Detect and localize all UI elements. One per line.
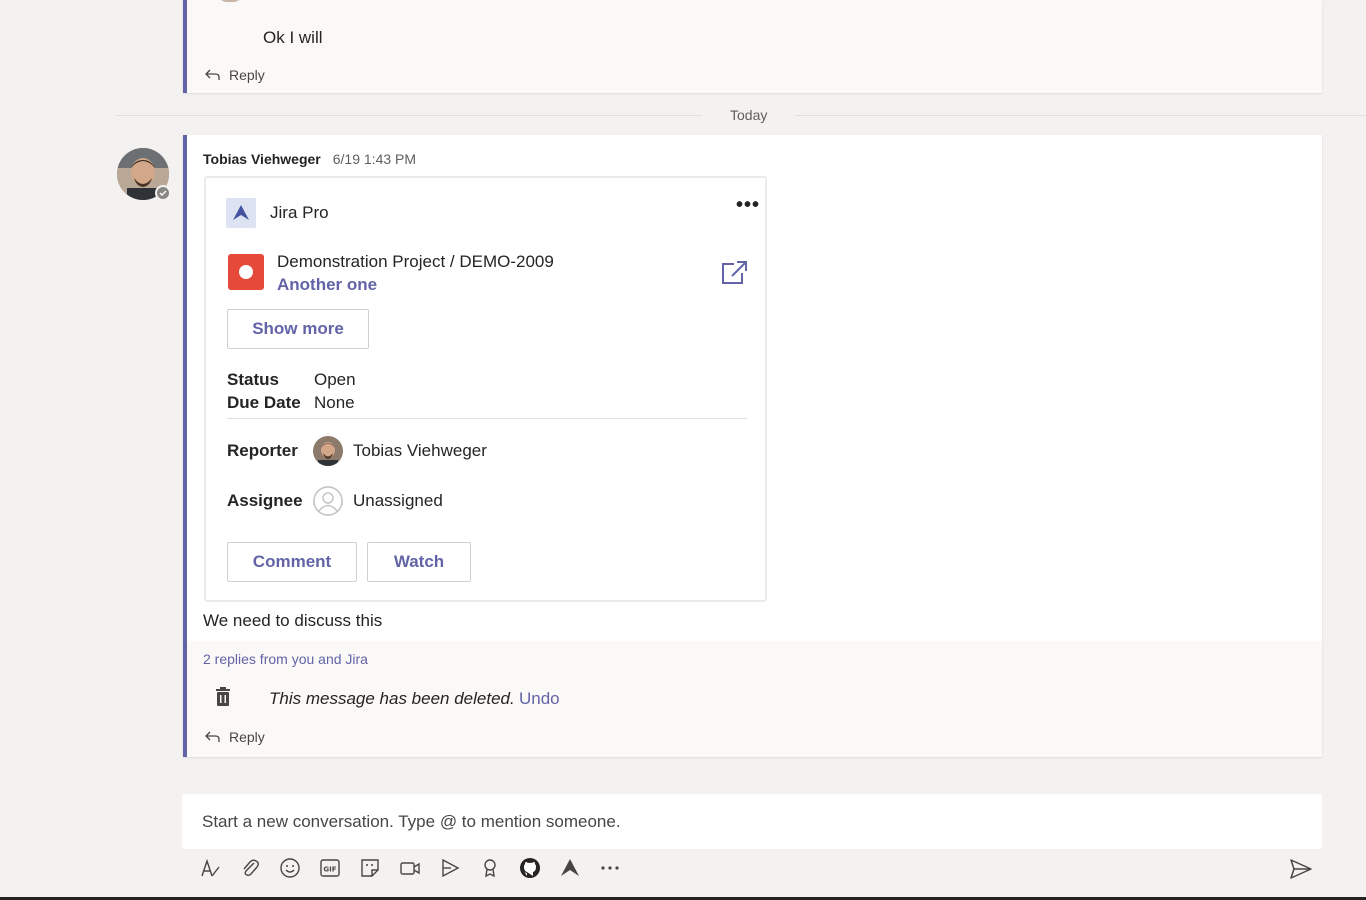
svg-text:GIF: GIF [323,866,336,874]
praise-icon[interactable] [478,856,502,880]
more-options-icon[interactable]: ••• [736,194,760,217]
app-name: Jira Pro [270,203,329,222]
reply-button[interactable]: Reply [203,729,265,745]
message-thread: Tobias Viehweger 6/19 1:43 PM Jira Pro •… [183,135,1322,757]
jira-card: Jira Pro ••• Demonstration Project / DEM… [204,176,767,602]
open-external-icon[interactable] [720,260,748,286]
send-icon[interactable] [1289,858,1313,880]
reporter-label: Reporter [227,441,298,460]
card-separator [227,418,747,419]
message-text: Ok I will [263,28,323,47]
message-time: 6/19 1:43 PM [332,151,417,167]
reply-arrow-icon [205,731,220,742]
presence-status-icon [155,185,171,201]
undo-link[interactable]: Undo [519,689,560,709]
trash-icon [216,687,230,706]
sticker-icon[interactable] [358,856,382,880]
date-divider-label: Today [730,107,768,123]
fact-key: Status [227,369,279,389]
reply-arrow-icon [205,69,220,80]
previous-thread: Ok I will Reply [183,0,1322,93]
fact-row-status: Status Open [227,368,356,391]
issue-path: Demonstration Project / DEMO-2009 [277,252,554,271]
github-icon[interactable] [518,856,542,880]
comment-button[interactable]: Comment [227,542,357,582]
reporter-row: Reporter Tobias Viehweger [227,436,487,466]
reply-button[interactable]: Reply [203,67,265,83]
deleted-message-text: This message has been deleted. [269,689,515,708]
issue-type-icon [228,254,264,290]
compose-input[interactable] [182,794,1322,849]
gif-icon[interactable]: GIF [318,856,342,880]
fact-row-due-date: Due Date None [227,391,356,414]
default-user-icon [313,486,343,516]
fact-value: Open [314,369,356,389]
assignee-label: Assignee [227,491,303,510]
compose-toolbar: GIF [198,856,622,880]
jira-logo-icon [226,198,256,228]
jira-app-icon[interactable] [558,856,582,880]
message-text: We need to discuss this [203,611,383,630]
reporter-avatar [313,436,343,466]
avatar [217,0,243,2]
stream-icon[interactable] [438,856,462,880]
meet-now-icon[interactable] [398,856,422,880]
message-root: Tobias Viehweger 6/19 1:43 PM Jira Pro •… [187,135,1322,641]
reporter-name: Tobias Viehweger [353,441,487,460]
message-header: Tobias Viehweger 6/19 1:43 PM [203,151,416,167]
assignee-name: Unassigned [353,491,443,510]
date-divider: Today [116,104,1366,126]
attach-icon[interactable] [238,856,262,880]
emoji-icon[interactable] [278,856,302,880]
card-app-header: Jira Pro [226,198,329,228]
reply-label: Reply [229,67,265,83]
fact-set: Status Open Due Date None [227,368,356,414]
show-more-button[interactable]: Show more [227,309,369,349]
more-apps-icon[interactable] [598,856,622,880]
format-icon[interactable] [198,856,222,880]
fact-key: Due Date [227,392,301,412]
author-name[interactable]: Tobias Viehweger [203,151,321,167]
reply-label: Reply [229,729,265,745]
deleted-reply: This message has been deleted. Undo [183,677,1322,721]
watch-button[interactable]: Watch [367,542,471,582]
compose-box [182,794,1322,849]
issue-title-link[interactable]: Another one [277,275,377,295]
fact-value: None [314,392,355,412]
assignee-row: Assignee Unassigned [227,486,443,516]
replies-summary-link[interactable]: 2 replies from you and Jira [203,651,368,667]
